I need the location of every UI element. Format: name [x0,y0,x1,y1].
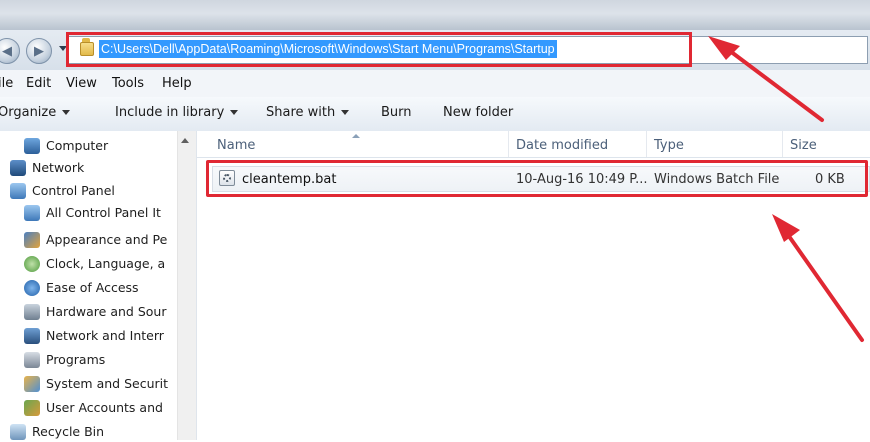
nav-item-label: User Accounts and [46,400,163,415]
nav-item-hardware[interactable]: Hardware and Sour [24,302,177,322]
nav-item-control-panel[interactable]: Control Panel [10,181,174,201]
menu-tools[interactable]: Tools [112,76,144,91]
sort-ascending-icon [352,134,360,138]
ease-of-access-icon [24,280,40,296]
nav-item-label: Recycle Bin [32,424,105,439]
column-header-type[interactable]: Type [654,138,684,153]
programs-icon [24,352,40,368]
nav-item-label: Appearance and Pe [46,232,168,247]
nav-item-recycle-bin[interactable]: Recycle Bin [10,422,174,442]
computer-icon [24,138,40,154]
scroll-up-icon[interactable] [181,138,189,143]
organize-button[interactable]: Organize [0,105,71,120]
menu-edit[interactable]: Edit [26,76,51,91]
nav-item-all-control-panel[interactable]: All Control Panel It [24,203,177,223]
nav-item-ease-of-access[interactable]: Ease of Access [24,278,177,298]
include-in-library-button[interactable]: Include in library [115,105,239,120]
include-in-library-label: Include in library [115,105,225,120]
network-internet-icon [24,328,40,344]
clock-icon [24,256,40,272]
nav-item-programs[interactable]: Programs [24,350,177,370]
appearance-icon [24,232,40,248]
user-accounts-icon [24,400,40,416]
file-highlight-box [206,160,868,197]
nav-item-label: Hardware and Sour [46,304,167,319]
nav-item-label: System and Securit [46,376,169,391]
column-header-date-modified[interactable]: Date modified [516,138,608,153]
nav-item-network[interactable]: Network [10,158,174,178]
nav-item-system-security[interactable]: System and Securit [24,374,177,394]
control-panel-icon [10,183,26,199]
new-folder-button[interactable]: New folder [443,105,513,120]
nav-item-user-accounts[interactable]: User Accounts and [24,398,177,418]
nav-item-label: Programs [46,352,106,367]
column-header-size[interactable]: Size [790,138,817,153]
arrow-to-file [784,230,864,342]
column-divider[interactable] [782,131,783,157]
chevron-down-icon [230,110,239,115]
nav-item-label: Network [32,160,85,175]
nav-item-label: Clock, Language, a [46,256,166,271]
nav-item-appearance[interactable]: Appearance and Pe [24,230,177,250]
chevron-down-icon [341,110,350,115]
share-with-label: Share with [266,105,336,120]
column-header-name[interactable]: Name [217,138,255,153]
recycle-bin-icon [10,424,26,440]
nav-item-label: Control Panel [32,183,115,198]
burn-button[interactable]: Burn [381,105,412,120]
network-icon [10,160,26,176]
column-divider[interactable] [508,131,509,157]
menu-file[interactable]: ile [0,76,13,91]
nav-item-computer[interactable]: Computer [24,136,174,156]
menu-view[interactable]: View [66,76,97,91]
hardware-icon [24,304,40,320]
window-title-bar [0,0,870,30]
arrow-head-file [772,214,800,242]
column-divider[interactable] [646,131,647,157]
nav-item-label: Network and Interr [46,328,164,343]
nav-scrollbar[interactable] [177,131,196,440]
share-with-button[interactable]: Share with [266,105,350,120]
forward-button[interactable]: ▶ [26,38,52,64]
nav-item-label: Ease of Access [46,280,139,295]
security-icon [24,376,40,392]
nav-item-network-internet[interactable]: Network and Interr [24,326,177,346]
nav-item-label: Computer [46,138,109,153]
new-folder-label: New folder [443,105,514,120]
nav-item-clock-language[interactable]: Clock, Language, a [24,254,177,274]
nav-item-label: All Control Panel It [46,205,161,220]
control-panel-icon [24,205,40,221]
address-highlight-box [66,32,692,67]
menu-help[interactable]: Help [162,76,192,91]
chevron-down-icon [62,110,71,115]
burn-label: Burn [381,105,412,120]
organize-label: Organize [0,105,57,120]
